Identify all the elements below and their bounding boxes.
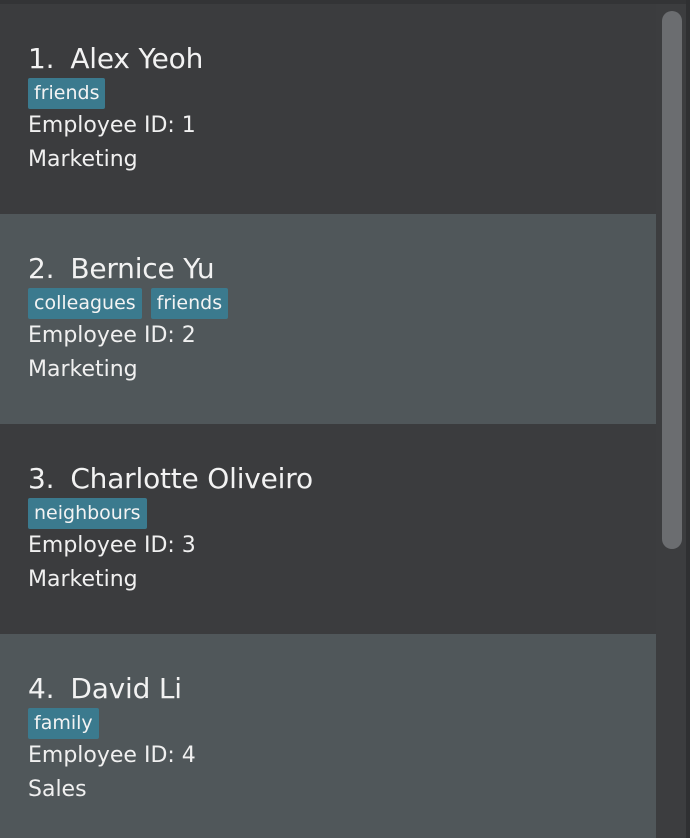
tag-list: colleagues friends <box>28 288 656 319</box>
employee-card[interactable]: 4. David Li family Employee ID: 4 Sales <box>0 634 656 838</box>
employee-card[interactable]: 3. Charlotte Oliveiro neighbours Employe… <box>0 424 656 634</box>
employee-index: 1. <box>28 42 55 75</box>
tag-badge: friends <box>150 288 229 319</box>
employee-card[interactable]: 1. Alex Yeoh friends Employee ID: 1 Mark… <box>0 4 656 214</box>
employee-index: 4. <box>28 672 55 705</box>
employee-card[interactable]: 2. Bernice Yu colleagues friends Employe… <box>0 214 656 424</box>
employee-title: 3. Charlotte Oliveiro <box>28 462 656 496</box>
tag-list: neighbours <box>28 498 656 529</box>
employee-name: Alex Yeoh <box>70 42 204 75</box>
employee-title: 1. Alex Yeoh <box>28 42 656 76</box>
employee-list-panel: 1. Alex Yeoh friends Employee ID: 1 Mark… <box>0 0 690 838</box>
employee-id: Employee ID: 3 <box>28 533 196 558</box>
tag-badge: colleagues <box>28 288 142 319</box>
scrollbar-thumb[interactable] <box>662 11 682 549</box>
employee-name: Charlotte Oliveiro <box>70 462 313 495</box>
employee-id: Employee ID: 2 <box>28 323 196 348</box>
employee-title: 4. David Li <box>28 672 656 706</box>
employee-department: Marketing <box>28 357 138 382</box>
employee-id: Employee ID: 4 <box>28 743 196 768</box>
employee-name: David Li <box>70 672 182 705</box>
employee-index: 3. <box>28 462 55 495</box>
employee-department: Marketing <box>28 567 138 592</box>
employee-department: Sales <box>28 777 87 802</box>
employee-name: Bernice Yu <box>70 252 215 285</box>
employee-department: Marketing <box>28 147 138 172</box>
tag-list: family <box>28 708 656 739</box>
tag-badge: friends <box>28 78 106 109</box>
employee-index: 2. <box>28 252 55 285</box>
tag-list: friends <box>28 78 656 109</box>
employee-list[interactable]: 1. Alex Yeoh friends Employee ID: 1 Mark… <box>0 4 656 838</box>
tag-badge: neighbours <box>28 498 147 529</box>
employee-id: Employee ID: 1 <box>28 113 196 138</box>
employee-title: 2. Bernice Yu <box>28 252 656 286</box>
tag-badge: family <box>28 708 99 739</box>
panel-right-edge <box>686 0 690 838</box>
